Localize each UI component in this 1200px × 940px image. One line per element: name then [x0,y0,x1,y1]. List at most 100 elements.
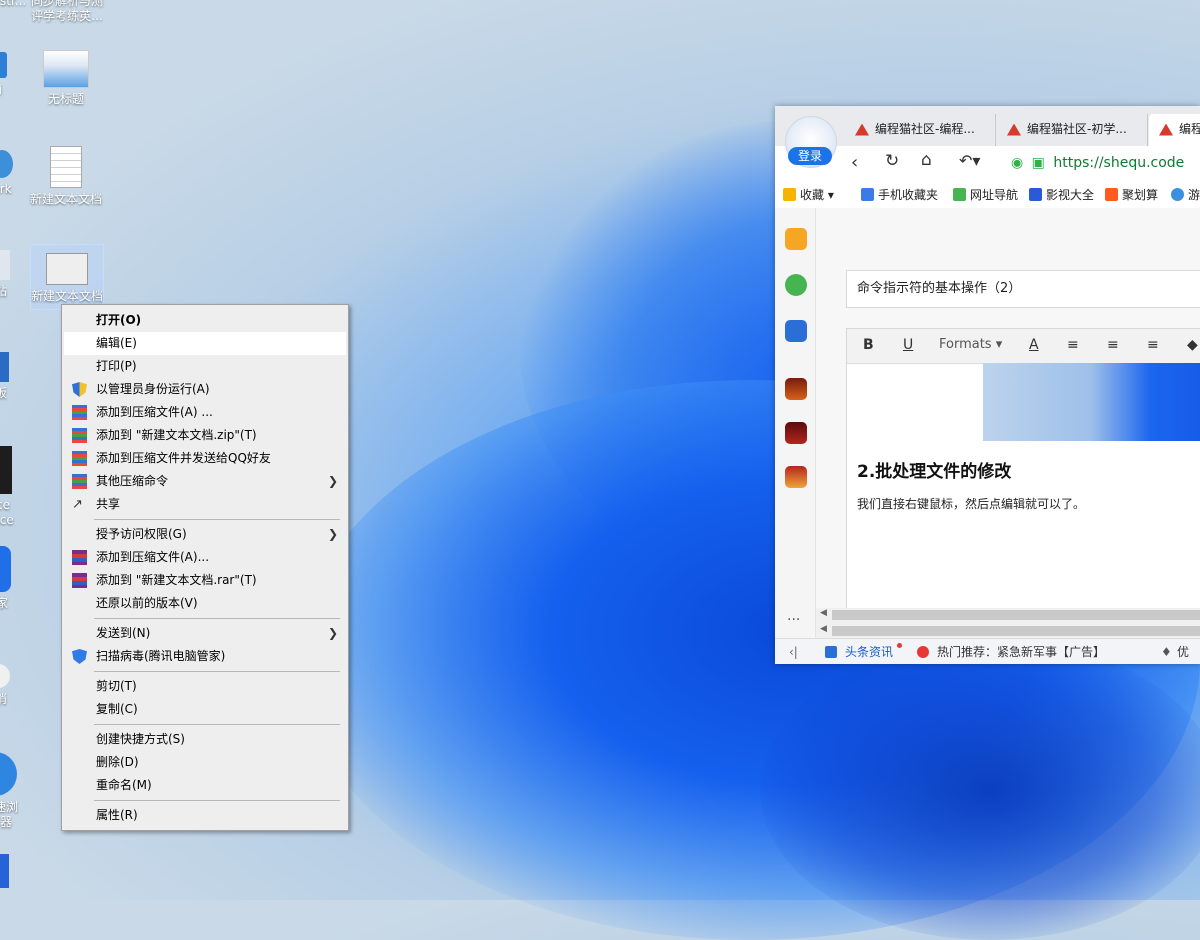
menu-item-properties[interactable]: 属性(R) [64,804,346,827]
desktop-icon-label: 脑 [0,82,10,97]
menu-item-open[interactable]: 打开(O) [64,309,346,332]
desktop-icon-recycle[interactable]: 站 [0,250,12,299]
text-file-icon [50,146,82,188]
rich-text-editor[interactable]: B U Formats ▾ A ≡ ≡ ≡ ◆ 2.批处理文件的修改 我们直接右… [846,328,1200,620]
menu-item-delete[interactable]: 删除(D) [64,751,346,774]
chevron-right-icon: ❯ [327,474,338,488]
doc-title-field[interactable]: 命令指示符的基本操作（2） [846,270,1200,308]
menu-item-cut[interactable]: 剪切(T) [64,675,346,698]
favorites-star-icon[interactable] [785,228,807,250]
scrollbar-thumb[interactable] [832,626,1200,636]
formats-dropdown[interactable]: Formats ▾ [939,337,1002,352]
chat-icon [0,664,10,688]
more-icon[interactable]: ··· [787,612,800,628]
menu-item-archive-send-qq[interactable]: 添加到压缩文件并发送给QQ好友 [64,447,346,470]
menu-item-restore-versions[interactable]: 还原以前的版本(V) [64,592,346,615]
menu-item-label: 添加到 "新建文本文档.rar"(T) [96,573,257,587]
browser-tab[interactable]: 编程猫社区-编程... [845,114,996,146]
bookmark-games[interactable]: 游 [1171,186,1200,203]
desktop-icon-textdoc-selected[interactable]: 新建文本文档 [30,244,104,310]
back-icon[interactable]: ‹ [851,152,858,173]
address-bar[interactable]: ◉ ▣ https://shequ.code [1011,150,1200,176]
desktop-icon-bottom[interactable] [0,854,10,892]
desktop-icon-textdoc[interactable]: 新建文本文档 [26,146,106,207]
hot-recommend-link[interactable]: 热门推荐：紧急新军事【广告】 [937,639,1105,664]
menu-item-label: 属性(R) [96,808,138,822]
collapse-icon[interactable]: ‹| [789,639,798,664]
menu-item-grant-access[interactable]: 授予访问权限(G) ❯ [64,523,346,546]
desktop-icon-textbook[interactable]: 同步解析与测 评学考练英... [28,0,106,24]
bookmark-label: 影视大全 [1046,188,1095,202]
news-icon [825,646,837,658]
word-doc-icon[interactable] [785,320,807,342]
menu-item-winrar-add-rar[interactable]: 添加到 "新建文本文档.rar"(T) [64,569,346,592]
history-clock-icon[interactable] [785,274,807,296]
bold-button[interactable]: B [863,337,874,353]
desktop-icon-partial[interactable]: str... [0,0,26,9]
desktop-icon-wechat[interactable]: 消 [0,664,12,707]
menu-item-label: 添加到 "新建文本文档.zip"(T) [96,428,257,442]
optimize-link[interactable]: 优化 [1177,639,1200,664]
menu-item-label: 发送到(N) [96,626,151,640]
desktop-icon-label: 家 [0,596,8,610]
menu-item-label: 其他压缩命令 [96,474,169,488]
undo-icon[interactable]: ↶▾ [959,151,980,170]
browser-sidebar: ··· [775,208,816,638]
winrar-icon [72,573,87,588]
menu-item-copy[interactable]: 复制(C) [64,698,346,721]
underline-button[interactable]: U [903,337,913,353]
menu-item-label: 编辑(E) [96,336,137,350]
desktop-icon-browser[interactable]: 速浏 器 [0,752,22,830]
bookmark-nav[interactable]: 网址导航 [953,186,1018,203]
bookmark-mobile[interactable]: 手机收藏夹 [861,186,938,203]
menu-item-winrar-add[interactable]: 添加到压缩文件(A)... [64,546,346,569]
content-heading: 2.批处理文件的修改 [857,462,1012,482]
desktop-icon-network[interactable]: ork [0,150,16,197]
archive-icon [72,405,87,420]
desktop-icon-geforce[interactable]: ce nce [0,446,16,528]
nav-bar: ‹ ↻ ⌂ ↶▾ ◉ ▣ https://shequ.code [775,146,1200,180]
desktop-icon-computer[interactable]: 脑 [0,52,10,97]
game-app-icon[interactable] [785,422,807,444]
menu-item-send-to[interactable]: 发送到(N) ❯ [64,622,346,645]
scroll-left-icon[interactable]: ◀ [820,608,827,618]
bookmark-juhuasuan[interactable]: 聚划算 [1105,186,1158,203]
menu-separator [94,519,340,520]
horizontal-scrollbar[interactable]: ◀ ◀ [816,608,1200,640]
menu-item-print[interactable]: 打印(P) [64,355,346,378]
align-left-icon[interactable]: ≡ [1067,337,1079,353]
browser-tab[interactable]: 编程猫社区-初学... [997,114,1148,146]
bookmark-favorites[interactable]: 收藏 ▾ [783,186,834,203]
game-app-icon[interactable] [785,466,807,488]
menu-item-add-archive[interactable]: 添加到压缩文件(A) ... [64,401,346,424]
news-link[interactable]: 头条资讯 [845,639,893,664]
refresh-icon[interactable]: ↻ [885,151,899,171]
text-color-icon[interactable]: A [1029,337,1039,353]
desktop-icon-label: 新建文本文档 [31,289,103,303]
tencent-shield-icon [72,649,87,664]
desktop-icon-untitled[interactable]: 无标题 [26,50,106,107]
plugin-icon[interactable]: ◆ [1187,337,1198,353]
menu-item-scan-virus[interactable]: 扫描病毒(腾讯电脑管家) [64,645,346,668]
menu-item-other-compress[interactable]: 其他压缩命令 ❯ [64,470,346,493]
menu-item-share[interactable]: ↗ 共享 [64,493,346,516]
desktop-icon-panel[interactable]: 板 [0,352,12,401]
menu-item-rename[interactable]: 重命名(M) [64,774,346,797]
menu-item-create-shortcut[interactable]: 创建快捷方式(S) [64,728,346,751]
browser-tab-active[interactable]: 编程... [1149,114,1200,146]
desktop-icon-label: ce [0,498,10,512]
align-center-icon[interactable]: ≡ [1107,337,1119,353]
menu-item-add-zip[interactable]: 添加到 "新建文本文档.zip"(T) [64,424,346,447]
menu-item-run-as-admin[interactable]: 以管理员身份运行(A) [64,378,346,401]
align-right-icon[interactable]: ≡ [1147,337,1159,353]
home-icon[interactable]: ⌂ [921,150,932,170]
menu-item-edit[interactable]: 编辑(E) [64,332,346,355]
scroll-left-icon[interactable]: ◀ [820,624,827,634]
desktop-icon-label: ork [0,182,12,196]
desktop-icon-tencent[interactable]: 家 [0,546,14,611]
bookmark-video[interactable]: 影视大全 [1029,186,1094,203]
game-app-icon[interactable] [785,378,807,400]
scrollbar-thumb[interactable] [832,610,1200,620]
desktop-icon-label: 器 [0,815,12,829]
login-button[interactable]: 登录 [788,147,832,165]
